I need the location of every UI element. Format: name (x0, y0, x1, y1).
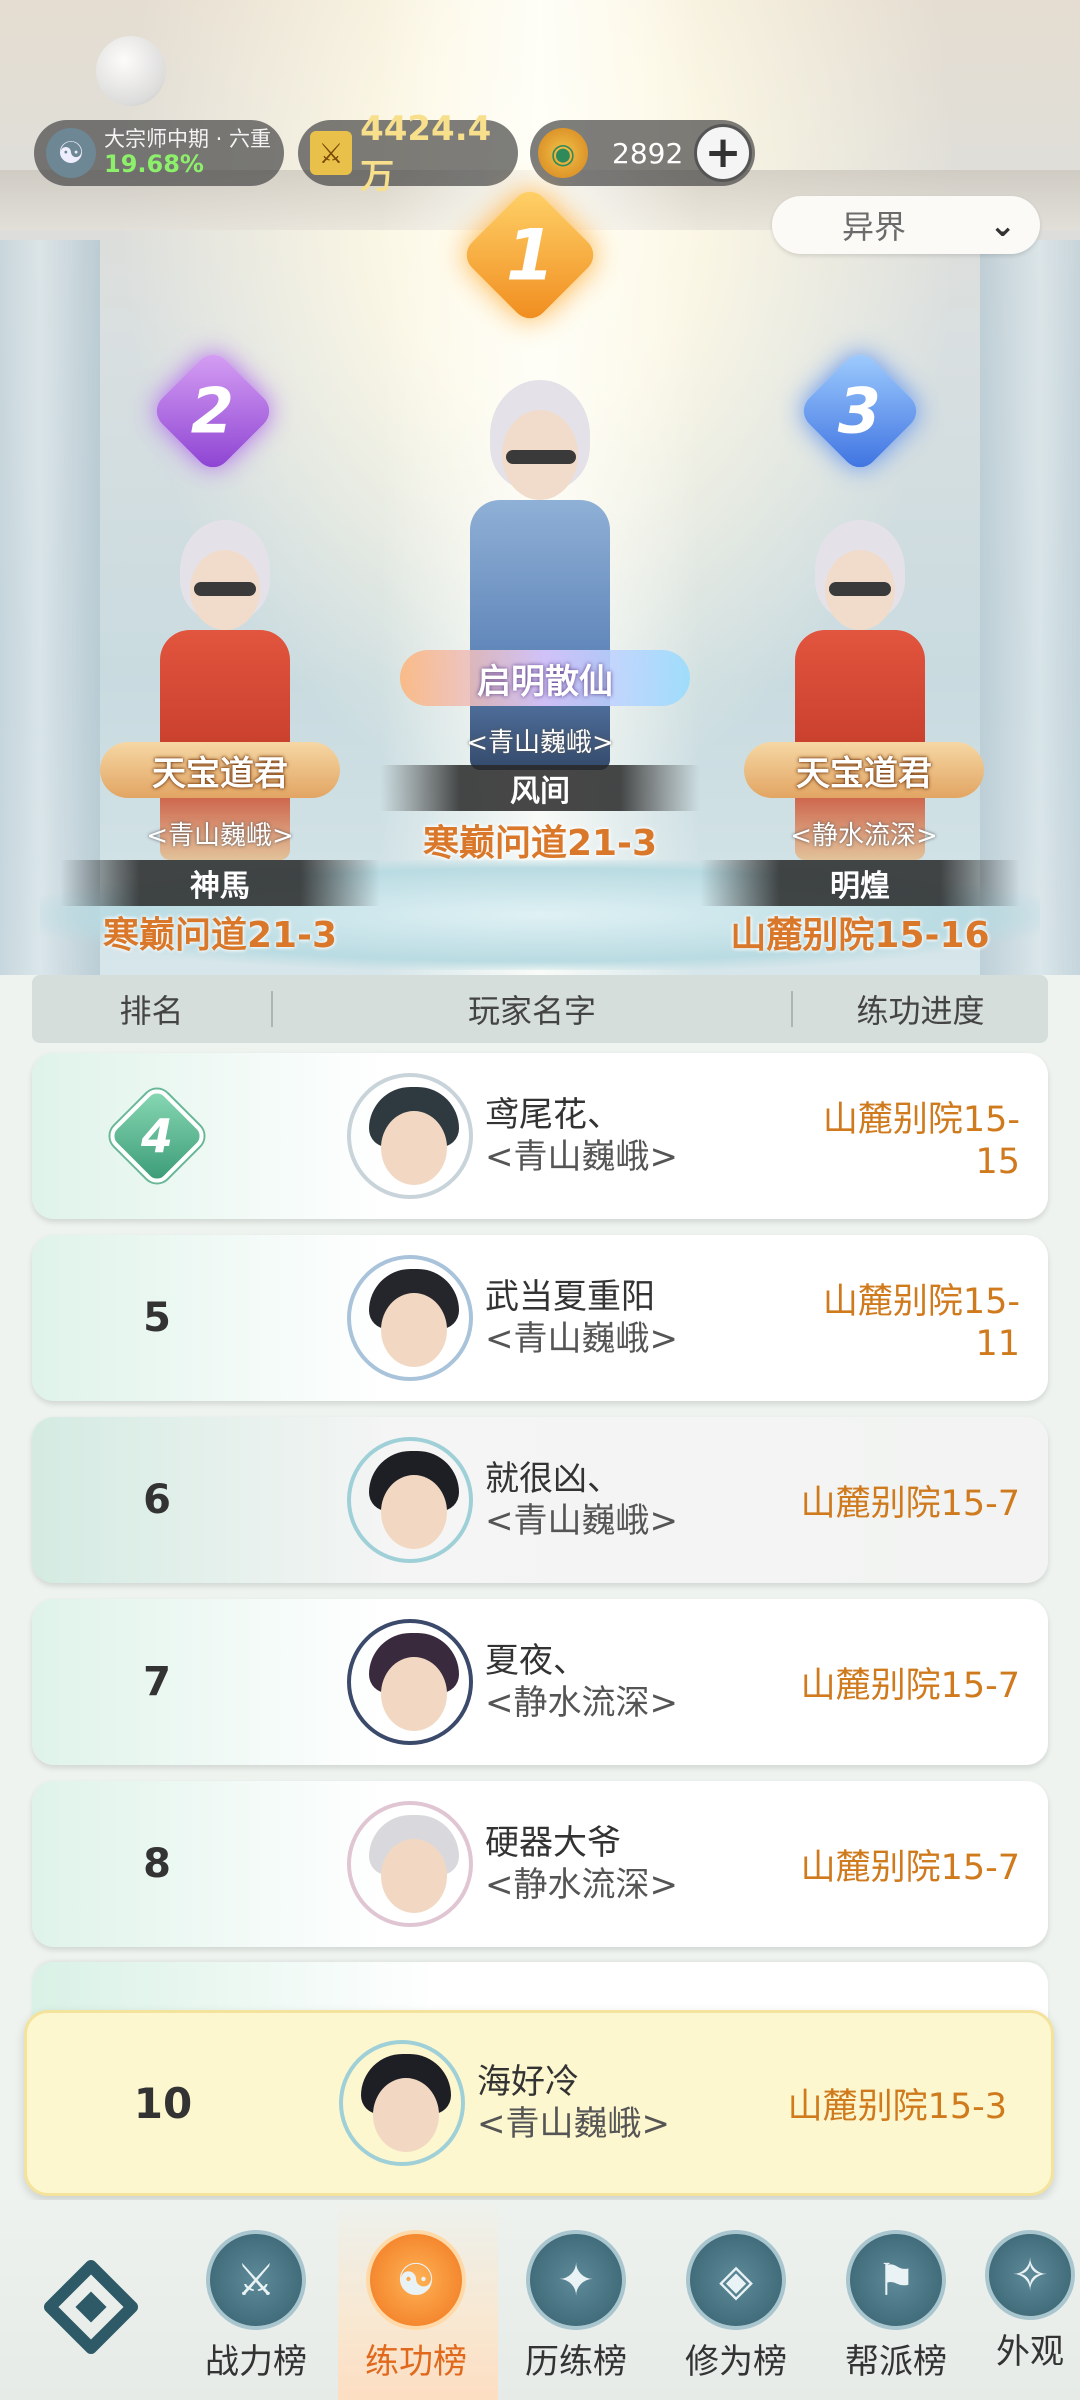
home-menu-icon[interactable] (36, 2252, 146, 2362)
my-progress: 山麓别院15-3 (787, 2086, 1007, 2127)
meditation-icon: ◈ (686, 2230, 786, 2330)
rank-3-name: 明煌 (700, 860, 1020, 906)
bottom-nav: ⚔ 战力榜 ☯ 练功榜 ✦ 历练榜 ◈ 修为榜 ⚑ 帮派榜 ✧ 外观 (0, 2200, 1080, 2400)
realm-percent: 19.68% (104, 150, 204, 179)
rank-3-badge: 3 (796, 347, 924, 475)
header-progress: 练功进度 (856, 992, 985, 1030)
rank-1-character[interactable] (440, 380, 640, 780)
realm-chip[interactable]: ☯ 大宗师中期 · 六重 19.68% (34, 120, 284, 186)
player-name: 硬器大爷 (485, 1822, 621, 1863)
rank-1-badge: 1 (459, 184, 601, 326)
crossed-swords-icon: ⚔ (206, 2230, 306, 2330)
table-row[interactable]: 8 硬器大爷 <静水流深> 山麓别院15-7 (32, 1781, 1048, 1947)
header-player-name: 玩家名字 (468, 992, 597, 1030)
avatar[interactable] (347, 1619, 473, 1745)
combat-power-value: 4424.4万 (360, 108, 492, 197)
tab-practice[interactable]: ☯ 练功榜 (356, 2230, 476, 2383)
row-rank: 4 (32, 1083, 282, 1189)
player-name: 夏夜、 (485, 1640, 587, 1681)
moon-orb-icon (96, 36, 166, 106)
row-rank: 7 (143, 1659, 171, 1705)
rank-3-number: 3 (838, 374, 882, 448)
player-progress: 山麓别院15-15 (822, 1099, 1020, 1182)
combat-power-chip[interactable]: ⚔ 4424.4万 (298, 109, 518, 197)
row-rank: 5 (143, 1295, 171, 1341)
rank-2-badge: 2 (149, 347, 277, 475)
rank-1-number: 1 (505, 214, 555, 296)
rank-1-guild: <青山巍峨> (466, 728, 614, 758)
table-row[interactable]: 4 鸢尾花、 <青山巍峨> 山麓别院15-15 (32, 1053, 1048, 1219)
realm-name: 大宗师中期 · 六重 (104, 127, 272, 152)
rank-3-title: 天宝道君 (744, 742, 984, 798)
player-guild: <青山巍峨> (485, 1501, 678, 1541)
player-progress: 山麓别院15-7 (800, 1665, 1020, 1706)
tab-label: 练功榜 (365, 2342, 467, 2382)
my-name: 海好冷 (477, 2061, 579, 2102)
tab-guild[interactable]: ⚑ 帮派榜 (836, 2230, 956, 2383)
player-guild: <青山巍峨> (485, 1319, 678, 1359)
ranking-table-header: 排名 玩家名字 练功进度 (32, 975, 1048, 1043)
tab-experience[interactable]: ✦ 历练榜 (516, 2230, 636, 2383)
costume-icon: ✧ (985, 2230, 1075, 2320)
my-guild: <青山巍峨> (477, 2104, 670, 2144)
server-select[interactable]: 异界 ⌄ (772, 196, 1040, 254)
rank-1-name: 风间 (380, 765, 700, 811)
my-rank: 10 (133, 2078, 193, 2128)
rank-3-progress: 山麓别院15-16 (730, 915, 990, 956)
tab-label: 帮派榜 (845, 2342, 947, 2382)
table-row[interactable]: 5 武当夏重阳 <青山巍峨> 山麓别院15-11 (32, 1235, 1048, 1401)
rank-2-character[interactable] (140, 520, 310, 860)
avatar[interactable] (347, 1437, 473, 1563)
compass-star-icon: ✦ (526, 2230, 626, 2330)
rank-2-name: 神馬 (60, 860, 380, 906)
banner-icon: ⚑ (846, 2230, 946, 2330)
rank-2-progress: 寒巅问道21-3 (102, 915, 338, 956)
currency-value: 2892 (612, 136, 684, 170)
rank-2-guild: <青山巍峨> (146, 821, 294, 851)
tab-label: 修为榜 (685, 2342, 787, 2382)
server-select-value: 异界 (842, 208, 907, 246)
row-rank: 6 (143, 1477, 171, 1523)
rank-4-badge: 4 (104, 1083, 210, 1189)
player-progress: 山麓别院15-11 (822, 1281, 1020, 1364)
my-avatar[interactable] (339, 2040, 465, 2166)
row-rank: 8 (143, 1841, 171, 1887)
player-guild: <静水流深> (485, 1865, 678, 1905)
rank-number: 4 (140, 1108, 174, 1163)
avatar[interactable] (347, 1801, 473, 1927)
jade-coin-icon: ◉ (538, 128, 588, 178)
player-name: 武当夏重阳 (485, 1276, 655, 1317)
avatar[interactable] (347, 1073, 473, 1199)
rank-3-guild: <静水流深> (790, 821, 938, 851)
tab-label: 历练榜 (525, 2342, 627, 2382)
rank-1-progress: 寒巅问道21-3 (422, 823, 658, 864)
swords-icon: ⚔ (310, 131, 353, 175)
player-progress: 山麓别院15-7 (800, 1847, 1020, 1888)
tab-label: 战力榜 (205, 2342, 307, 2382)
table-row[interactable]: 6 就很凶、 <青山巍峨> 山麓别院15-7 (32, 1417, 1048, 1583)
player-name: 鸢尾花、 (485, 1094, 621, 1135)
player-guild: <静水流深> (485, 1683, 678, 1723)
add-currency-button[interactable]: + (694, 124, 752, 182)
my-rank-row[interactable]: 10 海好冷 <青山巍峨> 山麓别院15-3 (24, 2010, 1054, 2196)
tab-cultivation[interactable]: ◈ 修为榜 (676, 2230, 796, 2383)
tab-combat-power[interactable]: ⚔ 战力榜 (196, 2230, 316, 2383)
yin-yang-icon: ☯ (366, 2230, 466, 2330)
avatar[interactable] (347, 1255, 473, 1381)
podium-stage: ☯ 大宗师中期 · 六重 19.68% ⚔ 4424.4万 ◉ 2892 + 异… (0, 0, 1080, 975)
rank-3-character[interactable] (775, 520, 945, 860)
player-name: 就很凶、 (485, 1458, 621, 1499)
cultivator-avatar-icon: ☯ (46, 128, 96, 178)
table-row[interactable]: 7 夏夜、 <静水流深> 山麓别院15-7 (32, 1599, 1048, 1765)
header-rank: 排名 (119, 992, 184, 1030)
chevron-down-icon: ⌄ (989, 206, 1016, 244)
player-guild: <青山巍峨> (485, 1137, 678, 1177)
rank-2-number: 2 (191, 374, 235, 448)
player-progress: 山麓别院15-7 (800, 1483, 1020, 1524)
tab-label: 外观 (996, 2332, 1064, 2372)
tab-appearance[interactable]: ✧ 外观 (980, 2230, 1080, 2373)
rank-2-title: 天宝道君 (100, 742, 340, 798)
rank-1-title: 启明散仙 (400, 650, 690, 706)
